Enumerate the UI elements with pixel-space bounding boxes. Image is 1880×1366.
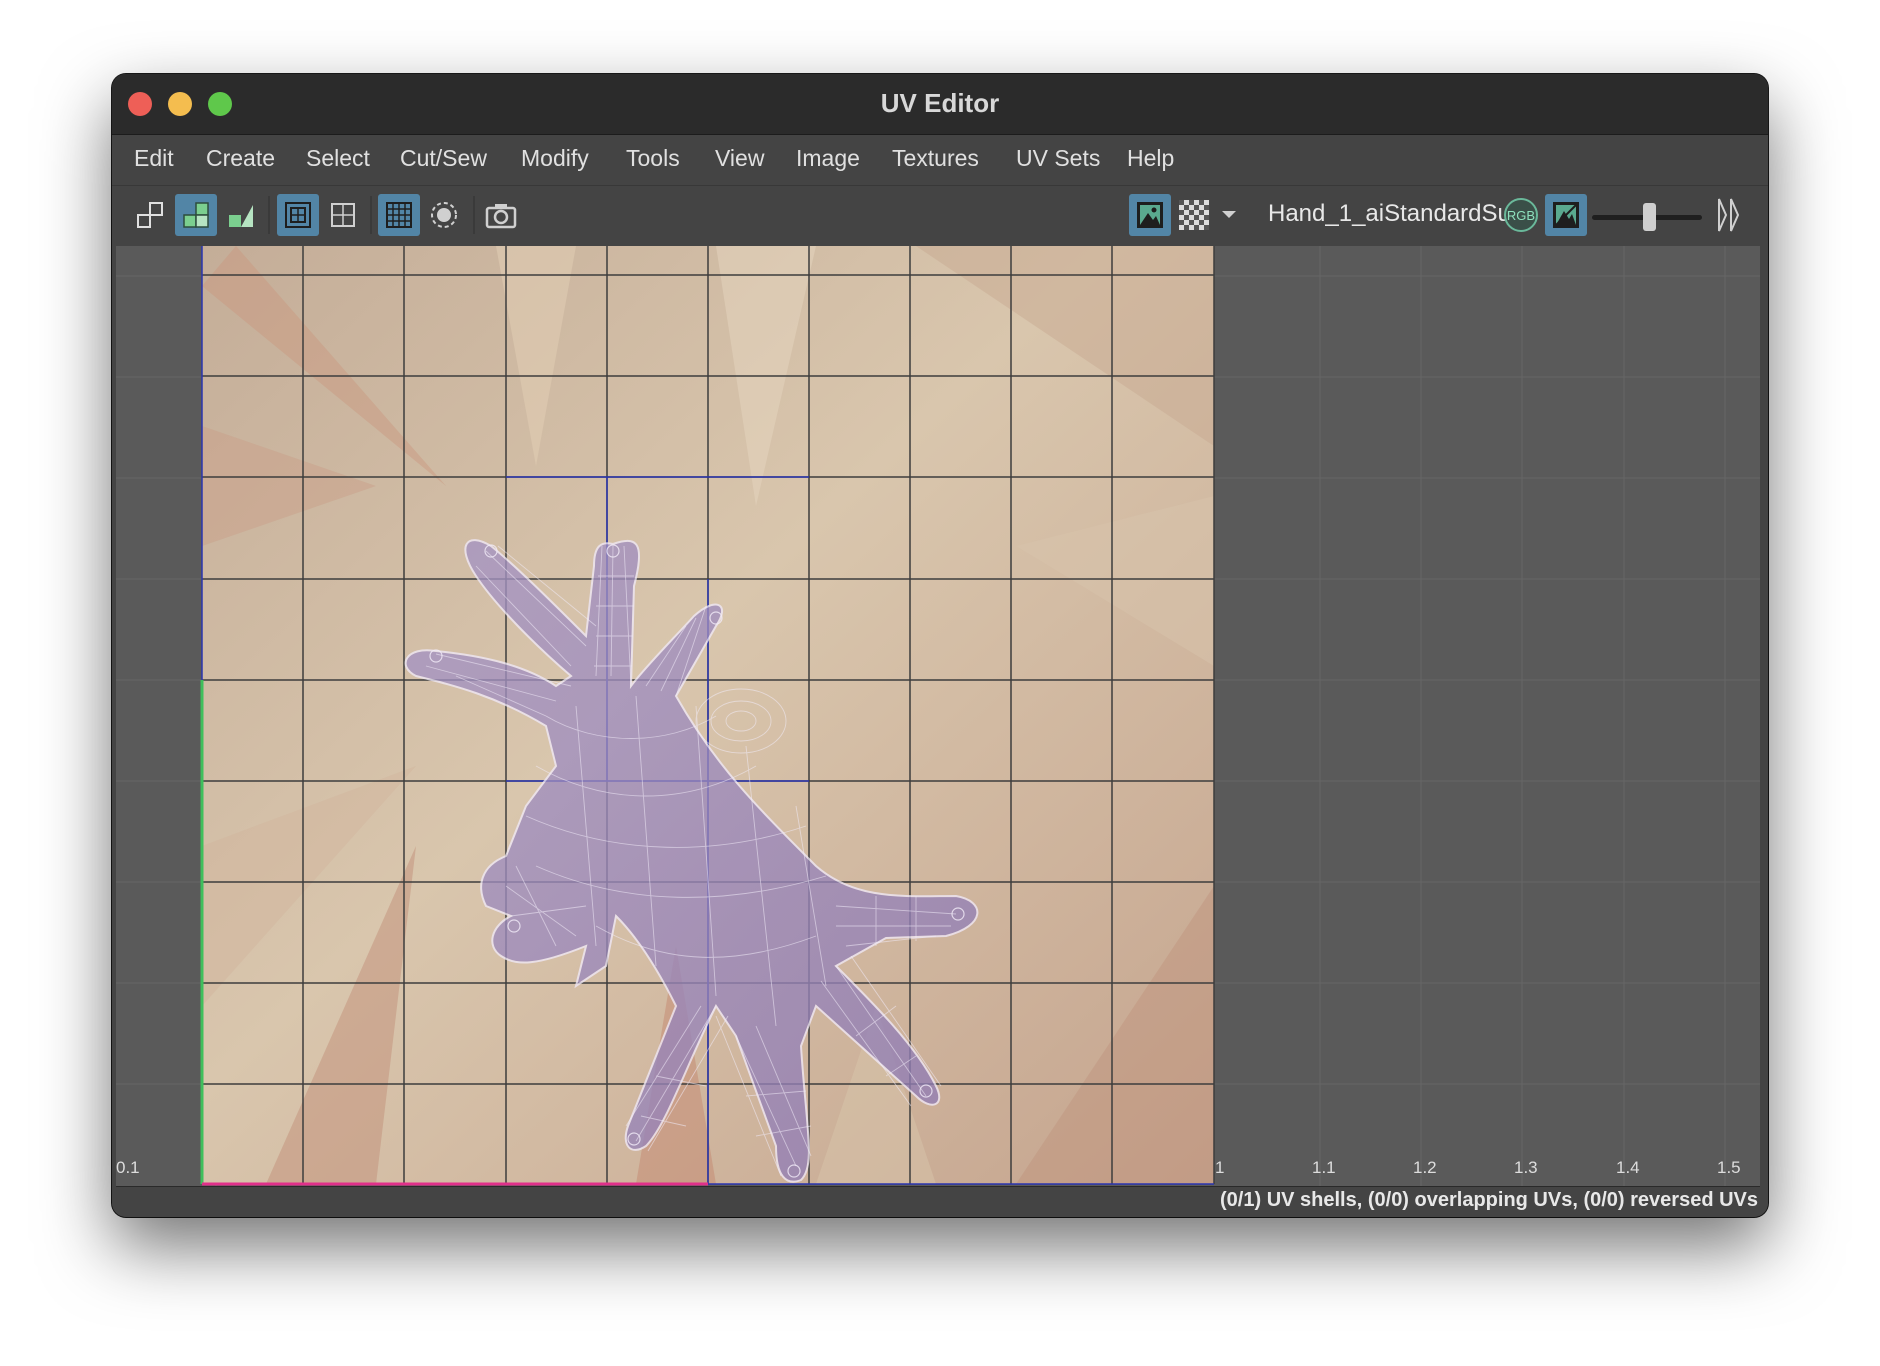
menu-textures[interactable]: Textures	[892, 145, 979, 172]
menu-edit[interactable]: Edit	[134, 145, 174, 172]
title-bar[interactable]: UV Editor	[112, 74, 1768, 135]
checker-icon[interactable]	[1173, 194, 1215, 236]
rgb-channel-button[interactable]: RGB	[1500, 194, 1542, 236]
u-tick-label: 1.3	[1514, 1158, 1538, 1177]
uv-viewport[interactable]: 0.1 1 1.1 1.2 1.3 1.4 1.5	[116, 246, 1760, 1187]
u-tick-label: 1.1	[1312, 1158, 1336, 1177]
menu-modify[interactable]: Modify	[521, 145, 589, 172]
isolate-icon[interactable]	[423, 194, 465, 236]
uv-status-text: (0/1) UV shells, (0/0) overlapping UVs, …	[1220, 1189, 1758, 1211]
snapshot-camera-icon[interactable]	[480, 194, 522, 236]
menu-bar: Edit Create Select Cut/Sew Modify Tools …	[112, 135, 1768, 186]
status-bar: (0/1) UV shells, (0/0) overlapping UVs, …	[112, 1187, 1768, 1217]
rgb-label: RGB	[1507, 208, 1535, 223]
chevron-down-icon[interactable]	[1217, 194, 1241, 236]
toolbar-separator	[370, 196, 372, 234]
exposure-slider-handle[interactable]	[1643, 203, 1656, 231]
u-tick-label: 0.1	[116, 1158, 140, 1177]
menu-tools[interactable]: Tools	[626, 145, 680, 172]
grid-icon[interactable]	[378, 194, 420, 236]
u-tick-label: 1.2	[1413, 1158, 1437, 1177]
image-display-toggle-icon[interactable]	[1545, 194, 1587, 236]
frame-selection-icon[interactable]	[322, 194, 364, 236]
uv-stack-icon[interactable]	[220, 194, 262, 236]
menu-image[interactable]: Image	[796, 145, 860, 172]
uv-editor-window: UV Editor Edit Create Select Cut/Sew Mod…	[112, 74, 1768, 1217]
uv-tile-icon[interactable]	[175, 194, 217, 236]
display-image-icon[interactable]	[1129, 194, 1171, 236]
window-title: UV Editor	[880, 88, 1000, 118]
uv-canvas[interactable]	[116, 246, 1760, 1187]
u-tick-label: 1	[1215, 1158, 1225, 1177]
toolbar-separator	[473, 196, 475, 234]
menu-cut-sew[interactable]: Cut/Sew	[400, 145, 487, 172]
menu-create[interactable]: Create	[206, 145, 275, 172]
uv-layout-icon[interactable]	[129, 194, 171, 236]
menu-uv-sets[interactable]: UV Sets	[1016, 145, 1100, 172]
toolbar: Hand_1_aiStandardSu RGB	[112, 186, 1768, 246]
menu-help[interactable]: Help	[1127, 145, 1174, 172]
menu-select[interactable]: Select	[306, 145, 370, 172]
u-tick-label: 1.4	[1616, 1158, 1640, 1177]
frame-all-icon[interactable]	[277, 194, 319, 236]
u-tick-label: 1.5	[1717, 1158, 1741, 1177]
panel-toggle-icon[interactable]	[1711, 194, 1745, 236]
toolbar-separator	[268, 196, 270, 234]
menu-view[interactable]: View	[715, 145, 764, 172]
